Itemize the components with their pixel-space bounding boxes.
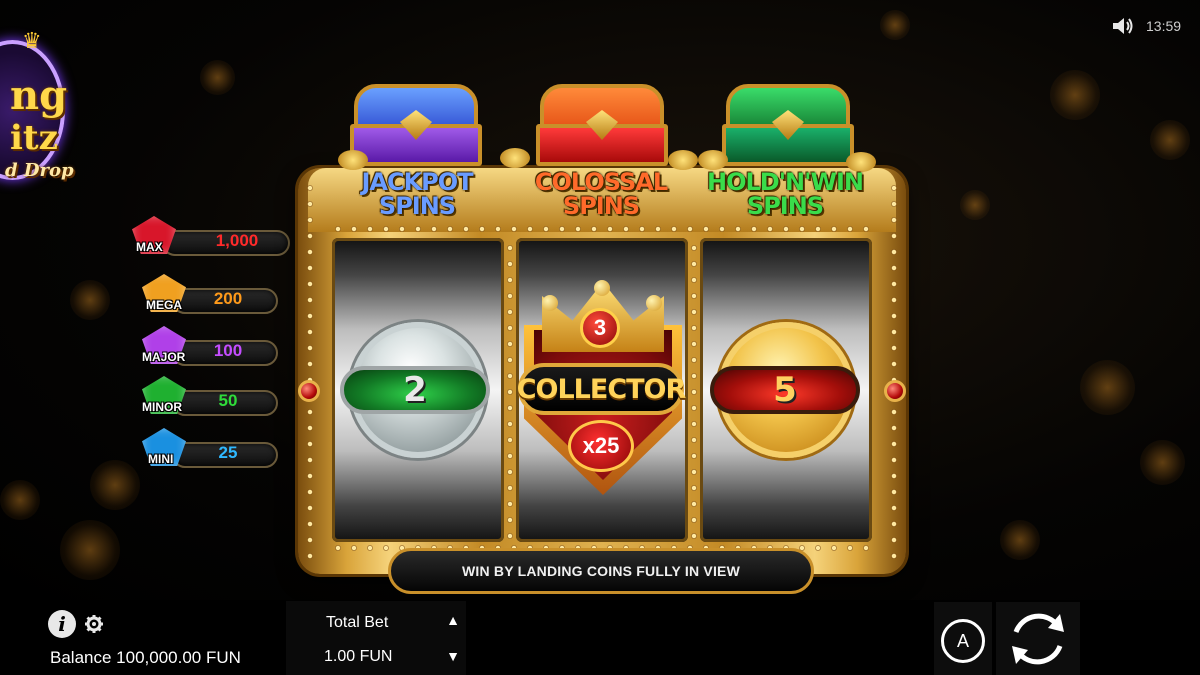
jackpot-max: MAX 1,000 — [132, 216, 292, 258]
bokeh-light — [90, 460, 140, 510]
crown-ball — [542, 295, 558, 311]
jackpot-mega: MEGA 200 — [142, 274, 282, 316]
jackpot-mini: MINI 25 — [142, 428, 282, 470]
coin-pile-icon — [698, 150, 728, 170]
multiplier-badge: x25 — [568, 420, 634, 472]
ruby-indicator-icon — [298, 380, 320, 402]
total-bet-value: 1.00 FUN — [324, 648, 393, 665]
crown-icon: ♛ — [22, 28, 42, 53]
logo-line-1: ng — [10, 72, 68, 119]
jackpot-value: 200 — [213, 289, 243, 308]
logo-line-3: d Drop — [5, 160, 74, 181]
win-message-bar: WIN BY LANDING COINS FULLY IN VIEW — [388, 548, 814, 594]
bet-decrease-button[interactable]: ▼ — [444, 648, 462, 664]
bokeh-light — [1080, 360, 1135, 415]
rivets — [306, 180, 314, 560]
feature-title-holdnwin-spins: HOLD'N'WIN SPINS — [700, 170, 870, 218]
jackpot-major: MAJOR 100 — [142, 326, 282, 368]
bokeh-light — [1000, 520, 1040, 560]
speaker-icon[interactable] — [1112, 16, 1134, 36]
feature-title-line: HOLD'N'WIN — [707, 168, 864, 196]
jackpot-value: 50 — [218, 391, 238, 410]
feature-title-line: JACKPOT — [361, 168, 473, 196]
coin-value-pill: 2 — [340, 366, 490, 414]
feature-title-line: COLOSSAL — [534, 168, 668, 196]
game-logo: ♛ ng itz d Drop — [0, 28, 74, 181]
rivets — [890, 180, 898, 560]
holdnwin-spins-chest — [722, 84, 854, 168]
info-icon[interactable]: i — [48, 610, 76, 638]
colossal-spins-chest — [536, 84, 668, 168]
jackpot-minor: MINOR 50 — [142, 376, 282, 418]
crown-ball — [646, 295, 662, 311]
jackpot-tier-label: MINOR — [142, 400, 182, 414]
rivets — [330, 225, 874, 233]
bokeh-light — [0, 480, 40, 520]
collector-label: COLLECTOR — [517, 363, 686, 415]
total-bet-label: Total Bet — [326, 614, 389, 631]
feature-title-colossal-spins: COLOSSAL SPINS — [516, 170, 686, 218]
bet-increase-button[interactable]: ▲ — [444, 612, 462, 628]
coin-pile-icon — [500, 148, 530, 168]
feature-title-line: SPINS — [378, 192, 456, 220]
feature-title-line: SPINS — [562, 192, 640, 220]
jackpot-value: 100 — [213, 341, 243, 360]
rivets — [690, 240, 698, 540]
jackpot-tier-label: MINI — [148, 452, 174, 466]
autoplay-button[interactable]: A — [941, 619, 985, 663]
coin-pile-icon — [668, 150, 698, 170]
bokeh-light — [70, 280, 110, 320]
bokeh-light — [1050, 70, 1100, 120]
bokeh-light — [960, 190, 990, 220]
clock: 13:59 — [1146, 18, 1182, 34]
jackpot-tier-label: MAX — [136, 240, 163, 254]
rivets — [506, 240, 514, 540]
ruby-indicator-icon — [884, 380, 906, 402]
logo-line-2: itz — [10, 118, 58, 158]
spin-button[interactable] — [1004, 606, 1072, 672]
coin-value-pill: 5 — [710, 366, 860, 414]
bokeh-light — [60, 520, 120, 580]
bokeh-light — [200, 60, 235, 95]
jackpot-tier-label: MEGA — [146, 298, 182, 312]
jackpot-spins-chest — [350, 84, 482, 168]
jackpot-value: 1,000 — [215, 231, 259, 250]
gear-icon[interactable] — [84, 614, 104, 634]
bokeh-light — [1150, 120, 1190, 160]
collector-count-badge: 3 — [580, 308, 620, 348]
balance-display: Balance 100,000.00 FUN — [50, 648, 241, 667]
bokeh-light — [1140, 440, 1185, 485]
jackpot-value: 25 — [218, 443, 238, 462]
coin-pile-icon — [338, 150, 368, 170]
bokeh-light — [880, 10, 910, 40]
crown-ball — [594, 280, 610, 296]
feature-title-line: SPINS — [746, 192, 824, 220]
feature-title-jackpot-spins: JACKPOT SPINS — [332, 170, 502, 218]
jackpot-tier-label: MAJOR — [142, 350, 186, 364]
